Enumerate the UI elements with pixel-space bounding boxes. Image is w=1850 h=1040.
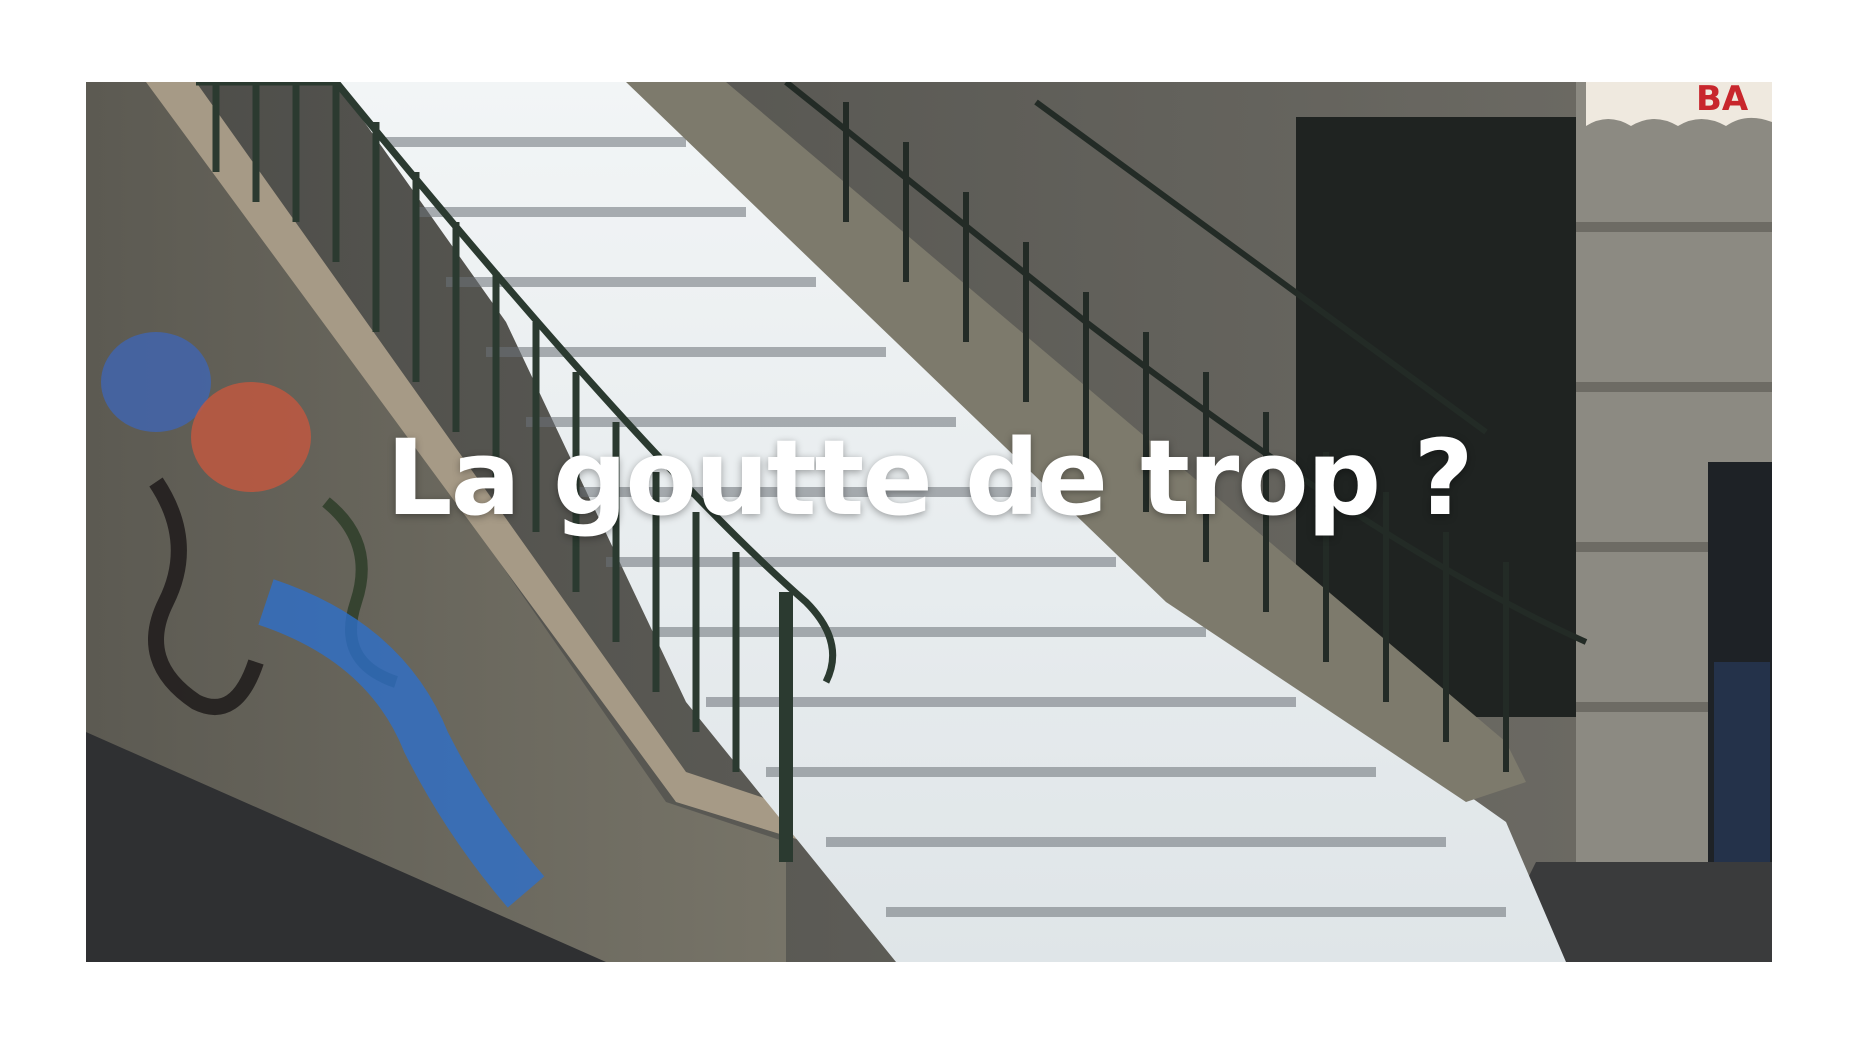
graffiti-red bbox=[191, 382, 311, 492]
graffiti-blue-top bbox=[101, 332, 211, 432]
awning-text: BA bbox=[1696, 82, 1749, 119]
flooded-stairs-photo: BA La goutte de trop ? bbox=[86, 82, 1772, 962]
photo-illustration: BA bbox=[86, 82, 1772, 962]
page: BA La goutte de trop ? bbox=[0, 0, 1850, 1040]
